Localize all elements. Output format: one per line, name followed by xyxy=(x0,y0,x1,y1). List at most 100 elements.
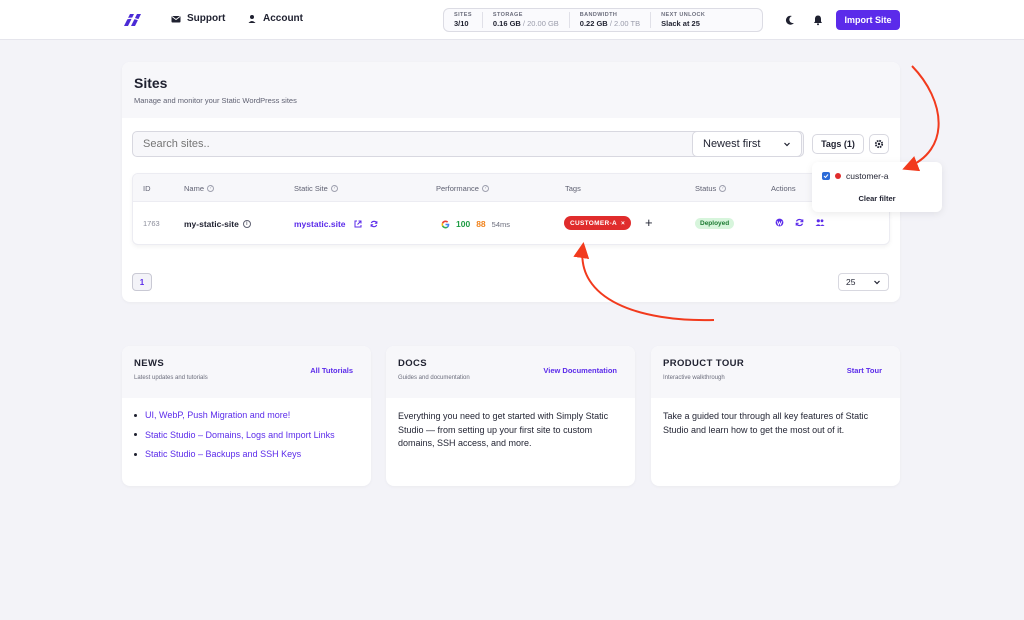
site-name[interactable]: my-static-site xyxy=(184,219,239,229)
import-site-button[interactable]: Import Site xyxy=(836,10,900,30)
docs-body: Everything you need to get started with … xyxy=(398,411,609,448)
docs-card: DOCS Guides and documentation View Docum… xyxy=(386,346,635,486)
stat-value: 3/10 xyxy=(454,19,469,28)
moon-icon[interactable] xyxy=(784,14,796,26)
tag-option-label: customer-a xyxy=(846,171,889,181)
stat-value: 0.22 GB / 2.00 TB xyxy=(579,19,641,28)
stat-value: Slack at 25 xyxy=(661,19,700,28)
site-name-cell: my-static-site i xyxy=(184,219,251,229)
stat-label: NEXT UNLOCK xyxy=(661,12,706,18)
clear-filter-button[interactable]: Clear filter xyxy=(812,194,942,203)
view-documentation-link[interactable]: View Documentation xyxy=(543,366,617,375)
mobile-score: 88 xyxy=(476,219,486,229)
news-item[interactable]: Static Studio – Backups and SSH Keys xyxy=(134,449,359,459)
stat-bandwidth: BANDWIDTH 0.22 GB / 2.00 TB xyxy=(570,12,652,28)
page-title: Sites xyxy=(134,75,168,91)
column-id: ID xyxy=(143,184,151,193)
news-item[interactable]: Static Studio – Domains, Logs and Import… xyxy=(134,430,359,440)
info-icon[interactable]: i xyxy=(242,220,251,228)
tour-subtitle: Interactive walkthrough xyxy=(663,375,725,381)
stat-value: 0.16 GB / 20.00 GB xyxy=(492,19,559,28)
sort-select[interactable]: Newest first xyxy=(692,131,802,157)
remove-tag-icon[interactable]: × xyxy=(621,220,625,227)
column-status: Status? xyxy=(695,184,727,193)
help-icon: ? xyxy=(481,185,489,192)
stat-next-unlock: NEXT UNLOCK Slack at 25 xyxy=(651,12,715,28)
sites-header: Sites Manage and monitor your Static Wor… xyxy=(122,62,900,118)
static-site-link[interactable]: mystatic.site xyxy=(294,219,346,229)
annotation-arrow-dropdown xyxy=(902,65,940,172)
stat-sites: SITES 3/10 xyxy=(444,12,483,28)
table-row[interactable]: 1763 my-static-site i mystatic.site 100 … xyxy=(133,202,889,244)
mail-icon xyxy=(171,15,181,22)
sync-icon[interactable] xyxy=(370,220,378,228)
stat-label: SITES xyxy=(454,12,472,18)
help-icon: ? xyxy=(719,185,727,192)
external-link-icon[interactable] xyxy=(354,220,362,228)
stat-label: BANDWIDTH xyxy=(579,12,618,18)
docs-header: DOCS Guides and documentation View Docum… xyxy=(386,346,635,398)
help-icon: ? xyxy=(330,185,338,192)
stat-storage: STORAGE 0.16 GB / 20.00 GB xyxy=(483,12,570,28)
sync-icon[interactable] xyxy=(795,218,804,227)
column-performance: Performance? xyxy=(436,184,489,193)
logo-icon[interactable] xyxy=(122,12,142,28)
news-list: UI, WebP, Push Migration and more! Stati… xyxy=(122,398,371,481)
status-badge: Deployed xyxy=(695,218,735,229)
gear-icon xyxy=(874,139,884,149)
column-static-site: Static Site? xyxy=(294,184,338,193)
account-link[interactable]: Account xyxy=(247,13,303,24)
check-icon xyxy=(823,174,829,179)
stat-label: STORAGE xyxy=(492,12,523,18)
user-icon xyxy=(248,14,256,23)
news-card: NEWS Latest updates and tutorials All Tu… xyxy=(122,346,371,486)
tags-filter-button[interactable]: Tags (1) xyxy=(812,134,864,154)
column-actions: Actions xyxy=(771,184,796,193)
add-tag-button[interactable]: + xyxy=(645,215,653,230)
site-id: 1763 xyxy=(143,219,160,228)
start-tour-link[interactable]: Start Tour xyxy=(847,366,882,375)
sites-table: ID Name? Static Site? Performance? Tags … xyxy=(132,173,890,245)
news-subtitle: Latest updates and tutorials xyxy=(134,375,208,381)
page-1-button[interactable]: 1 xyxy=(132,273,152,291)
per-page-select[interactable]: 25 xyxy=(838,273,889,291)
tag-badge[interactable]: CUSTOMER-A × xyxy=(564,216,632,230)
sites-card: Sites Manage and monitor your Static Wor… xyxy=(122,62,900,302)
news-item[interactable]: UI, WebP, Push Migration and more! xyxy=(134,410,359,420)
column-name: Name? xyxy=(184,184,215,193)
docs-subtitle: Guides and documentation xyxy=(398,375,470,381)
chevron-down-icon xyxy=(784,142,790,147)
tour-header: PRODUCT TOUR Interactive walkthrough Sta… xyxy=(651,346,900,398)
bell-icon[interactable] xyxy=(812,14,824,26)
checkbox-checked[interactable] xyxy=(822,172,830,180)
help-icon: ? xyxy=(207,185,215,192)
tour-body: Take a guided tour through all key featu… xyxy=(663,411,869,435)
column-tags: Tags xyxy=(565,184,581,193)
docs-title: DOCS xyxy=(398,358,428,369)
page-subtitle: Manage and monitor your Static WordPress… xyxy=(134,96,297,105)
news-title: NEWS xyxy=(134,358,165,369)
wordpress-icon[interactable] xyxy=(775,218,784,227)
sort-value: Newest first xyxy=(703,138,761,150)
all-tutorials-link[interactable]: All Tutorials xyxy=(310,366,353,375)
table-header: ID Name? Static Site? Performance? Tags … xyxy=(133,174,889,202)
chevron-down-icon xyxy=(874,280,880,285)
row-actions xyxy=(775,218,825,227)
users-icon[interactable] xyxy=(815,218,825,227)
per-page-value: 25 xyxy=(846,277,856,287)
tag-filter-dropdown: customer-a Clear filter xyxy=(812,162,942,212)
support-label: Support xyxy=(187,13,226,24)
performance-cell: 100 88 54ms xyxy=(441,219,510,229)
google-icon xyxy=(441,220,450,228)
top-bar: Support Account SITES 3/10 STORAGE 0.16 … xyxy=(0,0,1024,40)
response-time: 54ms xyxy=(491,219,510,229)
tag-filter-option[interactable]: customer-a xyxy=(822,171,889,181)
news-header: NEWS Latest updates and tutorials All Tu… xyxy=(122,346,371,398)
desktop-score: 100 xyxy=(456,219,471,229)
tour-card: PRODUCT TOUR Interactive walkthrough Sta… xyxy=(651,346,900,486)
account-label: Account xyxy=(263,13,303,24)
support-link[interactable]: Support xyxy=(171,13,225,24)
settings-button[interactable] xyxy=(869,134,889,154)
usage-stats: SITES 3/10 STORAGE 0.16 GB / 20.00 GB BA… xyxy=(443,8,763,32)
tag-color-dot xyxy=(835,173,841,179)
